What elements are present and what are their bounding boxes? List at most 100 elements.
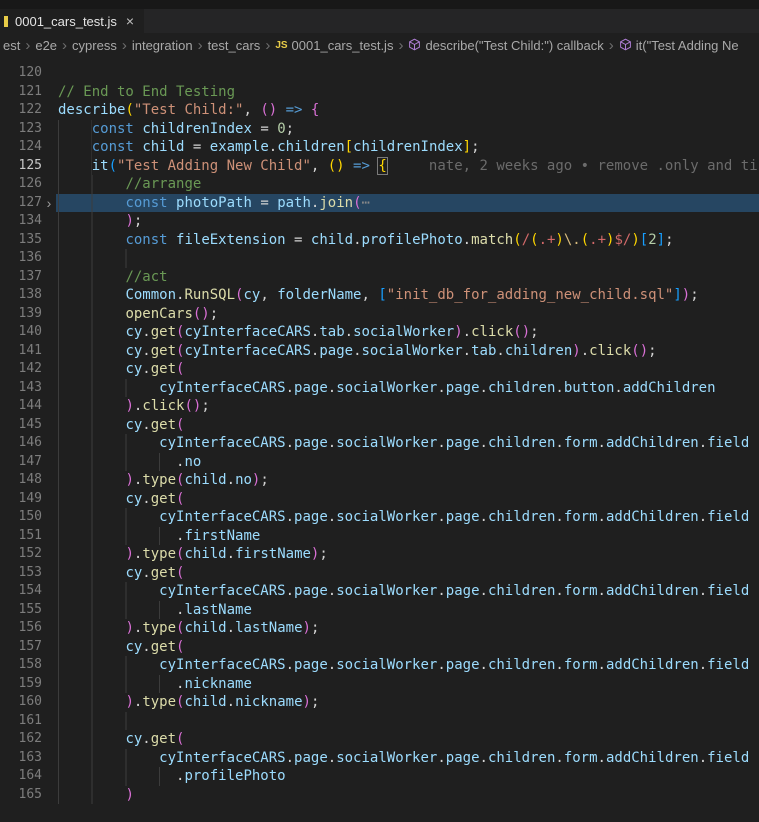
code-line-text: ).type(child.firstName);: [56, 545, 759, 564]
title-bar-strip: [0, 0, 759, 9]
code-line[interactable]: 157 cy.get(: [0, 637, 759, 656]
breadcrumb-item[interactable]: it("Test Adding Ne: [619, 38, 739, 54]
gutter: 146: [0, 434, 56, 453]
code-line-text: cyInterfaceCARS.page.socialWorker.page.c…: [56, 378, 759, 397]
code-line-text: cyInterfaceCARS.page.socialWorker.page.c…: [56, 748, 759, 767]
line-number: 142: [18, 361, 42, 376]
code-line-text: .no: [56, 452, 759, 471]
code-line[interactable]: 134 );: [0, 212, 759, 231]
code-line-text: // End to End Testing: [58, 83, 236, 100]
folded-code-ellipsis[interactable]: ⋯: [362, 195, 370, 211]
gutter: 164: [0, 767, 56, 786]
breadcrumb-item[interactable]: test_cars: [208, 38, 261, 53]
gutter: 141: [0, 342, 56, 361]
code-line[interactable]: 165 ): [0, 785, 759, 804]
code-line[interactable]: 127 › const photoPath = path.join(⋯: [0, 193, 759, 213]
code-line[interactable]: 124 const child = example.children[child…: [0, 138, 759, 157]
code-line[interactable]: 152 ).type(child.firstName);: [0, 545, 759, 564]
code-line[interactable]: 143 cyInterfaceCARS.page.socialWorker.pa…: [0, 378, 759, 398]
gutter: 145: [0, 416, 56, 435]
gutter: 142: [0, 360, 56, 379]
gutter: 159: [0, 675, 56, 694]
code-line[interactable]: 122 describe("Test Child:", () => {: [0, 101, 759, 120]
code-editor[interactable]: 120 121 // End to End Testing 122 describe("…: [0, 58, 759, 804]
line-number: 155: [18, 601, 42, 617]
code-line[interactable]: 151 .firstName: [0, 526, 759, 545]
code-line[interactable]: 136: [0, 249, 759, 268]
close-icon[interactable]: ×: [126, 14, 134, 28]
tab-0001-cars-test[interactable]: 0001_cars_test.js ×: [0, 9, 145, 33]
breadcrumb-label: 0001_cars_test.js: [291, 38, 394, 53]
code-line[interactable]: 145 cy.get(: [0, 415, 759, 435]
code-line[interactable]: 120: [0, 64, 759, 83]
breadcrumb-item[interactable]: cypress: [72, 38, 117, 53]
gutter: 147: [0, 453, 56, 472]
code-line[interactable]: 156 ).type(child.lastName);: [0, 619, 759, 638]
symbol-method-icon: [408, 38, 425, 54]
code-line[interactable]: 139 openCars();: [0, 304, 759, 324]
gutter: 122: [0, 101, 56, 120]
code-line[interactable]: 125 it("Test Adding New Child", () => {n…: [0, 156, 759, 175]
line-number: 146: [18, 435, 42, 450]
breadcrumb-item[interactable]: describe("Test Child:") callback: [408, 38, 604, 54]
code-line-text: const photoPath = path.join(⋯: [56, 193, 759, 212]
code-line[interactable]: 138 Common.RunSQL(cy, folderName, ["init…: [0, 286, 759, 305]
fold-chevron-icon[interactable]: ›: [42, 194, 56, 213]
code-line-text: .firstName: [56, 526, 759, 545]
chevron-right-icon: ›: [62, 37, 68, 54]
code-line[interactable]: 158 cyInterfaceCARS.page.socialWorker.pa…: [0, 656, 759, 675]
gutter: 143: [0, 379, 56, 398]
code-line[interactable]: 159 .nickname: [0, 674, 759, 694]
gutter: 140: [0, 323, 56, 342]
code-line[interactable]: 142 cy.get(: [0, 360, 759, 379]
breadcrumb-item[interactable]: JS 0001_cars_test.js: [275, 38, 393, 53]
breadcrumb-label: e2e: [35, 38, 58, 53]
code-line[interactable]: 144 ).click();: [0, 397, 759, 416]
code-line[interactable]: 149 cy.get(: [0, 489, 759, 508]
code-line-text: ).click();: [56, 397, 759, 416]
breadcrumb-item[interactable]: e2e: [35, 38, 57, 53]
breadcrumb-item[interactable]: integration: [132, 38, 193, 53]
code-line-text: cyInterfaceCARS.page.socialWorker.page.c…: [56, 508, 759, 527]
code-line[interactable]: 160 ).type(child.nickname);: [0, 693, 759, 712]
gutter: 148: [0, 471, 56, 490]
code-line[interactable]: 161: [0, 711, 759, 730]
code-line-text: [56, 249, 759, 268]
code-line[interactable]: 150 cyInterfaceCARS.page.socialWorker.pa…: [0, 508, 759, 527]
code-line[interactable]: 154 cyInterfaceCARS.page.socialWorker.pa…: [0, 582, 759, 601]
code-line-text: openCars();: [56, 304, 759, 323]
gutter: 160: [0, 693, 56, 712]
code-line-text: cy.get(: [56, 637, 759, 656]
gutter: 158: [0, 656, 56, 675]
code-line[interactable]: 162 cy.get(: [0, 730, 759, 749]
code-line[interactable]: 126 //arrange: [0, 175, 759, 194]
code-line[interactable]: 123 const childrenIndex = 0;: [0, 119, 759, 138]
code-line[interactable]: 121 // End to End Testing: [0, 83, 759, 102]
breadcrumb-item[interactable]: est: [3, 38, 20, 53]
code-line-text: cy.get(cyInterfaceCARS.tab.socialWorker)…: [56, 323, 759, 342]
code-line[interactable]: 163 cyInterfaceCARS.page.socialWorker.pa…: [0, 748, 759, 768]
gutter: 135: [0, 231, 56, 250]
code-line[interactable]: 155 .lastName: [0, 600, 759, 619]
code-line-text: cyInterfaceCARS.page.socialWorker.page.c…: [56, 434, 759, 453]
gutter: 163: [0, 749, 56, 768]
vscode-window: 0001_cars_test.js × est › e2e › cypress › inte…: [0, 0, 759, 822]
code-line[interactable]: 140 cy.get(cyInterfaceCARS.tab.socialWor…: [0, 323, 759, 342]
code-line-text: cy.get(: [56, 360, 759, 379]
code-line-text: const fileExtension = child.profilePhoto…: [56, 230, 759, 249]
line-number: 136: [18, 250, 42, 265]
gutter: 126: [0, 175, 56, 194]
code-line[interactable]: 146 cyInterfaceCARS.page.socialWorker.pa…: [0, 434, 759, 453]
code-line[interactable]: 148 ).type(child.no);: [0, 471, 759, 490]
line-number: 120: [18, 65, 42, 80]
line-number: 161: [18, 712, 42, 728]
code-line[interactable]: 137 //act: [0, 267, 759, 286]
code-line[interactable]: 153 cy.get(: [0, 563, 759, 583]
gutter: 153: [0, 564, 56, 583]
code-line[interactable]: 141 cy.get(cyInterfaceCARS.page.socialWo…: [0, 341, 759, 361]
code-line[interactable]: 135 const fileExtension = child.profileP…: [0, 230, 759, 250]
code-line[interactable]: 147 .no: [0, 452, 759, 472]
code-line[interactable]: 164 .profilePhoto: [0, 767, 759, 786]
gutter: 139: [0, 305, 56, 324]
line-number: 134: [18, 213, 42, 228]
